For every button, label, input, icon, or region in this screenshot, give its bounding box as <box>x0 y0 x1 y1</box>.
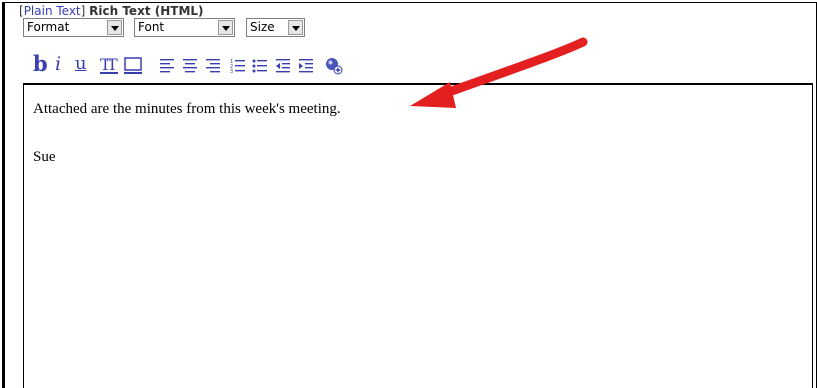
font-select-value: Font <box>138 20 165 34</box>
bulleted-list-icon[interactable] <box>252 55 270 77</box>
numbered-list-icon[interactable]: 1 2 3 <box>230 55 248 77</box>
size-select-value: Size <box>250 20 275 34</box>
size-select[interactable]: Size <box>246 18 305 37</box>
format-select-value: Format <box>27 20 70 34</box>
signature-line: Sue <box>33 149 56 165</box>
indent-icon[interactable] <box>298 55 316 77</box>
underline-icon[interactable]: u <box>75 55 87 77</box>
align-center-icon[interactable] <box>182 55 200 77</box>
italic-icon[interactable]: i <box>55 54 61 76</box>
bold-icon[interactable]: b <box>33 53 48 76</box>
align-right-icon[interactable] <box>205 55 223 77</box>
chevron-down-icon[interactable] <box>107 20 122 35</box>
annotation-arrow-icon <box>410 37 588 108</box>
font-select[interactable]: Font <box>134 18 235 37</box>
rich-text-label: Rich Text (HTML) <box>89 4 204 18</box>
editor-mode-bar: [Plain Text] Rich Text (HTML) <box>19 4 204 18</box>
align-left-icon[interactable] <box>159 55 177 77</box>
insert-link-icon[interactable] <box>324 55 344 77</box>
highlight-icon[interactable] <box>123 55 145 77</box>
plain-text-link[interactable]: Plain Text <box>24 4 81 18</box>
text-color-icon[interactable]: T T <box>99 55 121 77</box>
close-bracket: ] <box>80 4 86 18</box>
outdent-icon[interactable] <box>275 55 293 77</box>
chevron-down-icon[interactable] <box>218 20 233 35</box>
editor-content[interactable]: Attached are the minutes from this week'… <box>33 99 341 167</box>
rich-text-editor-area[interactable]: Attached are the minutes from this week'… <box>23 83 813 388</box>
chevron-down-icon[interactable] <box>288 20 303 35</box>
svg-text:T: T <box>107 55 118 74</box>
format-select[interactable]: Format <box>23 18 124 37</box>
svg-text:3: 3 <box>230 69 233 75</box>
message-line: Attached are the minutes from this week'… <box>33 101 341 117</box>
